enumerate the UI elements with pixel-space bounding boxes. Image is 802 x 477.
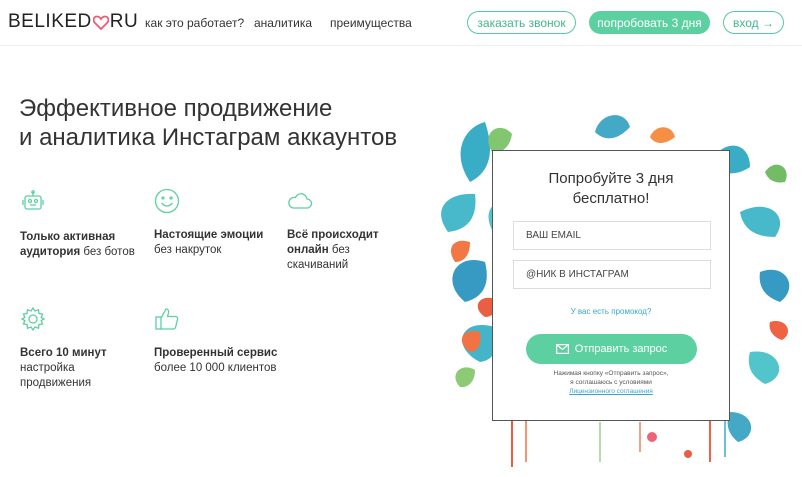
order-call-button[interactable]: заказать звонок	[467, 11, 576, 34]
feature-real-emotions: Настоящие эмоции без накруток	[154, 188, 279, 258]
promo-code-link[interactable]: У вас есть промокод?	[493, 307, 729, 316]
hero-title-line-1: Эффективное продвижение	[19, 95, 333, 122]
hero-title: Эффективное продвижение и аналитика Инст…	[19, 94, 397, 152]
form-title-line-2: бесплатно!	[572, 190, 650, 207]
trial-signup-form: Попробуйте 3 дня бесплатно! У вас есть п…	[492, 150, 730, 421]
submit-request-button[interactable]: Отправить запрос	[526, 334, 697, 364]
feature-text: без ботов	[80, 246, 135, 258]
instagram-nick-input[interactable]	[513, 260, 711, 289]
login-button[interactable]: вход →	[723, 11, 784, 34]
envelope-icon	[555, 344, 569, 354]
form-title: Попробуйте 3 дня бесплатно!	[493, 169, 729, 209]
thumbs-up-icon	[155, 308, 179, 330]
submit-label: Отправить запрос	[574, 343, 668, 355]
feature-text: более 10 000 клиентов	[154, 362, 277, 374]
hero-title-line-2: и аналитика Инстаграм аккаунтов	[19, 124, 398, 151]
license-agreement-link[interactable]: Лицензионного соглашения	[569, 388, 653, 395]
feature-text: настройка продвижения	[20, 362, 92, 389]
nav-analytics[interactable]: аналитика	[254, 16, 312, 30]
cloud-icon	[288, 193, 313, 209]
note-line-1: Нажимая кнопку «Отправить запрос»,	[553, 370, 669, 377]
nav-advantages[interactable]: преимущества	[330, 16, 412, 30]
gear-icon	[20, 306, 46, 332]
feature-bold: Проверенный сервис	[154, 347, 278, 359]
smile-icon	[154, 188, 180, 214]
note-line-2: я соглашаюсь с условиями	[570, 379, 652, 386]
feature-text: без накруток	[154, 244, 222, 256]
logo-text-right: RU	[109, 11, 139, 32]
agreement-note: Нажимая кнопку «Отправить запрос», я сог…	[493, 369, 729, 396]
feature-bold: Всего 10 минут	[20, 347, 107, 359]
feature-bold: Настоящие эмоции	[154, 229, 264, 241]
logo[interactable]: BELIKED RU	[8, 11, 138, 33]
email-input[interactable]	[513, 221, 711, 250]
feature-online: Всё происходит онлайн без скачиваний	[287, 188, 387, 273]
nav-how-it-works[interactable]: как это работает?	[145, 16, 244, 30]
logo-text-left: BELIKED	[8, 11, 92, 32]
feature-10-minutes: Всего 10 минут настройка продвижения	[20, 306, 145, 391]
form-title-line-1: Попробуйте 3 дня	[548, 170, 674, 187]
header: BELIKED RU как это работает? аналитика п…	[0, 0, 802, 46]
feature-active-audience: Только активная аудитория без ботов	[20, 190, 145, 260]
feature-trusted-service: Проверенный сервис более 10 000 клиентов	[154, 306, 294, 376]
robot-icon	[22, 190, 44, 210]
heart-icon	[92, 15, 109, 30]
try-3-days-button[interactable]: попробовать 3 дня	[589, 11, 710, 34]
